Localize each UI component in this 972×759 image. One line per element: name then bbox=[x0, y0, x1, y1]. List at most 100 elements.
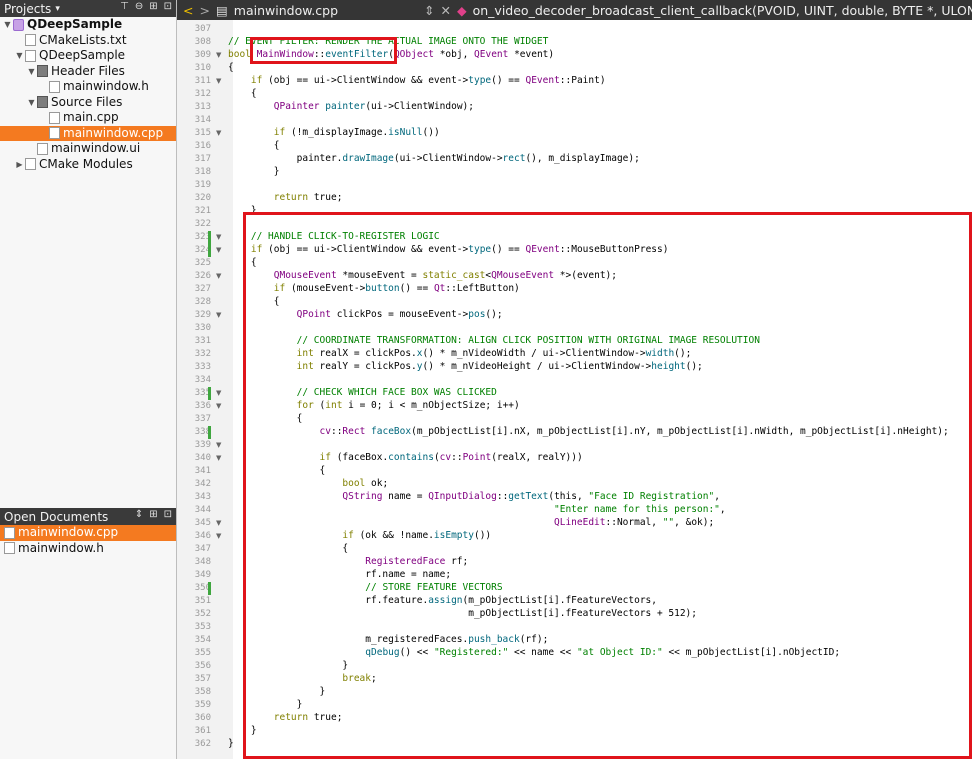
symbol-icon: ◆ bbox=[456, 2, 467, 18]
code-line: } bbox=[228, 166, 280, 177]
line-number: 358 bbox=[194, 687, 211, 697]
projects-title[interactable]: Projects bbox=[4, 2, 51, 16]
line-number: 334 bbox=[194, 375, 211, 385]
line-number: 326 bbox=[194, 271, 211, 281]
tree-item[interactable]: main.cpp bbox=[0, 110, 176, 126]
expand-down-icon[interactable]: ▼ bbox=[26, 95, 37, 111]
split-icon[interactable]: ⊞ bbox=[149, 509, 157, 520]
expand-down-icon[interactable]: ▼ bbox=[14, 48, 25, 64]
fold-marker-icon[interactable]: ▼ bbox=[216, 51, 221, 59]
project-icon bbox=[13, 18, 24, 31]
code-line: { bbox=[228, 140, 280, 151]
tree-item-label: CMake Modules bbox=[39, 156, 133, 171]
expand-down-icon[interactable]: ▼ bbox=[26, 64, 37, 80]
tree-item[interactable]: mainwindow.ui bbox=[0, 141, 176, 157]
close-pane-icon[interactable]: ⊡ bbox=[164, 1, 172, 12]
tree-item-label: mainwindow.cpp bbox=[63, 125, 164, 140]
line-number: 359 bbox=[194, 700, 211, 710]
line-number: 356 bbox=[194, 661, 211, 671]
cmake-modules-icon bbox=[25, 158, 36, 171]
line-number: 329 bbox=[194, 310, 211, 320]
chevron-down-icon[interactable]: ⇕ bbox=[424, 3, 434, 18]
ui-file-icon bbox=[37, 142, 48, 155]
open-document-item[interactable]: mainwindow.cpp bbox=[0, 525, 176, 541]
line-number: 349 bbox=[194, 570, 211, 580]
line-number: 315 bbox=[194, 128, 211, 138]
projects-header: Projects ▾ ⊤ ⊖ ⊞ ⊡ bbox=[0, 0, 176, 17]
chevron-down-icon[interactable]: ▾ bbox=[55, 4, 60, 14]
fold-marker-icon[interactable]: ▼ bbox=[216, 402, 221, 410]
fold-marker-icon[interactable]: ▼ bbox=[216, 454, 221, 462]
tree-item-label: mainwindow.ui bbox=[51, 141, 141, 155]
fold-marker-icon[interactable]: ▼ bbox=[216, 233, 221, 241]
sort-icon[interactable]: ⇕ bbox=[135, 509, 143, 520]
document-icon bbox=[4, 526, 15, 539]
current-file-label[interactable]: mainwindow.cpp bbox=[234, 3, 338, 18]
close-icon[interactable]: ✕ bbox=[441, 3, 451, 18]
line-number: 345 bbox=[194, 518, 211, 528]
fold-marker-icon[interactable]: ▼ bbox=[216, 441, 221, 449]
expand-down-icon[interactable]: ▼ bbox=[2, 17, 13, 33]
line-number: 351 bbox=[194, 596, 211, 606]
highlight-click-to-register bbox=[243, 212, 972, 759]
editor-toolbar: < > ▤ mainwindow.cpp ⇕ ✕ ◆ on_video_deco… bbox=[177, 0, 972, 20]
folder-icon bbox=[37, 96, 48, 109]
line-number: 328 bbox=[194, 297, 211, 307]
tree-item-label: Header Files bbox=[51, 63, 125, 78]
line-number: 339 bbox=[194, 440, 211, 450]
fold-marker-icon[interactable]: ▼ bbox=[216, 77, 221, 85]
fold-marker-icon[interactable]: ▼ bbox=[216, 532, 221, 540]
tree-item[interactable]: ▼ Source Files bbox=[0, 95, 176, 111]
back-arrow-icon[interactable]: < bbox=[183, 3, 193, 18]
open-documents-title[interactable]: Open Documents bbox=[4, 510, 108, 524]
tree-item[interactable]: mainwindow.cpp bbox=[0, 125, 176, 141]
tree-item[interactable]: ▶ CMake Modules bbox=[0, 157, 176, 173]
fold-marker-icon[interactable]: ▼ bbox=[216, 272, 221, 280]
split-icon[interactable]: ⊞ bbox=[149, 1, 157, 12]
close-pane-icon[interactable]: ⊡ bbox=[164, 509, 172, 520]
current-symbol-label[interactable]: on_video_decoder_broadcast_client_callba… bbox=[473, 3, 972, 18]
line-number: 361 bbox=[194, 726, 211, 736]
change-marker bbox=[208, 582, 211, 595]
fold-marker-icon[interactable]: ▼ bbox=[216, 389, 221, 397]
change-marker bbox=[208, 387, 211, 400]
line-number: 309 bbox=[194, 50, 211, 60]
highlight-eventfilter bbox=[250, 37, 397, 64]
open-documents-controls: ⇕ ⊞ ⊡ bbox=[135, 509, 172, 520]
fold-marker-icon[interactable]: ▼ bbox=[216, 519, 221, 527]
fold-marker-icon[interactable]: ▼ bbox=[216, 311, 221, 319]
fold-marker-icon[interactable]: ▼ bbox=[216, 246, 221, 254]
tree-item[interactable]: ▼ QDeepSample bbox=[0, 48, 176, 64]
expand-right-icon[interactable]: ▶ bbox=[14, 157, 25, 173]
header-file-icon bbox=[49, 80, 60, 93]
line-number: 319 bbox=[194, 180, 211, 190]
code-line: painter.drawImage(ui->ClientWindow->rect… bbox=[228, 153, 640, 164]
line-number: 337 bbox=[194, 414, 211, 424]
open-documents-pane: Open Documents ⇕ ⊞ ⊡ mainwindow.cpp mainw… bbox=[0, 508, 176, 556]
link-icon[interactable]: ⊖ bbox=[135, 1, 143, 12]
target-icon bbox=[25, 49, 36, 62]
cmake-file-icon bbox=[25, 34, 36, 47]
line-number: 340 bbox=[194, 453, 211, 463]
forward-arrow-icon[interactable]: > bbox=[199, 3, 209, 18]
line-number: 308 bbox=[194, 37, 211, 47]
line-number: 350 bbox=[194, 583, 211, 593]
line-number: 323 bbox=[194, 232, 211, 242]
tree-item[interactable]: ▼ QDeepSample bbox=[0, 17, 176, 33]
tree-item[interactable]: ▼ Header Files bbox=[0, 64, 176, 80]
line-number: 336 bbox=[194, 401, 211, 411]
line-number: 313 bbox=[194, 102, 211, 112]
line-number: 347 bbox=[194, 544, 211, 554]
tree-item[interactable]: CMakeLists.txt bbox=[0, 33, 176, 49]
line-number: 344 bbox=[194, 505, 211, 515]
fold-marker-icon[interactable]: ▼ bbox=[216, 129, 221, 137]
tree-item[interactable]: mainwindow.h bbox=[0, 79, 176, 95]
tree-item-label: CMakeLists.txt bbox=[39, 32, 127, 47]
line-number: 317 bbox=[194, 154, 211, 164]
open-document-item[interactable]: mainwindow.h bbox=[0, 541, 176, 557]
filter-icon[interactable]: ⊤ bbox=[120, 1, 129, 12]
code-line: } bbox=[228, 738, 234, 749]
line-number: 355 bbox=[194, 648, 211, 658]
line-number: 338 bbox=[194, 427, 211, 437]
cpp-file-icon bbox=[49, 111, 60, 124]
